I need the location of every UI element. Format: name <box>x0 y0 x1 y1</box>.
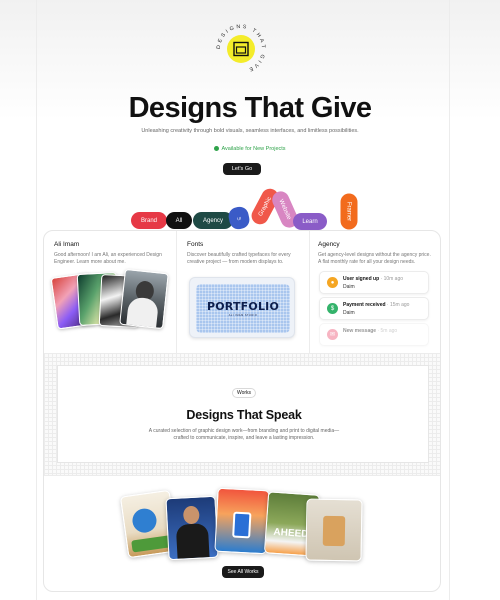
tag-ui[interactable]: UI <box>226 205 252 231</box>
work-shot-product[interactable] <box>214 487 270 555</box>
message-icon: ✉ <box>327 329 338 340</box>
font-preview-inner: PORTFOLIO ALI IMAM STUDIO <box>196 284 290 333</box>
notification-time: · 5m ago <box>377 328 398 334</box>
hero-title: Designs That Give <box>128 92 372 124</box>
works-badge: Works <box>231 388 257 398</box>
agency-title: Agency <box>318 241 340 248</box>
fonts-title: Fonts <box>187 241 204 248</box>
lets-go-button[interactable]: Let's Go <box>223 163 261 175</box>
notification-title: Payment received · 15m ago <box>343 302 409 308</box>
see-all-works-button[interactable]: See All Works <box>222 566 264 578</box>
availability-text: Available for New Projects <box>221 146 286 152</box>
fonts-text: Discover beautifully crafted typefaces f… <box>187 252 291 265</box>
column-divider <box>176 231 177 353</box>
column-divider <box>309 231 310 353</box>
about-text: Good afternoon! I am Ali, an experienced… <box>54 252 162 265</box>
money-icon: $ <box>327 303 338 314</box>
font-sample: PORTFOLIO <box>206 300 279 313</box>
notification-name: Daim <box>343 284 355 290</box>
tag-all[interactable]: All <box>166 212 192 229</box>
works-box: Works Designs That Speak A curated selec… <box>57 365 429 463</box>
photo-portrait[interactable] <box>119 268 169 330</box>
main-card: Ali Imam Good afternoon! I am Ali, an ex… <box>43 230 441 592</box>
notification-time: · 15m ago <box>386 302 410 308</box>
status-dot-icon <box>214 146 220 152</box>
agency-text: Get agency-level designs without the age… <box>318 252 431 265</box>
work-shot-portrait[interactable] <box>165 495 219 561</box>
hero-subtitle: Unleashing creativity through bold visua… <box>141 128 359 134</box>
notification-card[interactable]: $ Payment received · 15m ago Daim <box>319 297 429 320</box>
notification-title-text: Payment received <box>343 302 386 308</box>
notification-name: Daim <box>343 310 355 316</box>
works-description: A curated selection of graphic design wo… <box>148 428 340 441</box>
availability-status: Available for New Projects <box>0 146 500 152</box>
notification-card[interactable]: ✉ New message · 5m ago <box>319 323 429 346</box>
tag-framer[interactable]: Framer <box>340 193 358 230</box>
works-section: Works Designs That Speak A curated selec… <box>44 353 440 475</box>
site-logo[interactable]: DESIGNS THAT GIVE <box>214 22 268 76</box>
section-divider <box>44 475 440 476</box>
notification-card[interactable]: ● User signed up · 10m ago Daim <box>319 271 429 294</box>
notification-title: New message · 5m ago <box>343 328 397 334</box>
works-title: Designs That Speak <box>186 408 302 422</box>
frame-line-left <box>36 0 37 600</box>
notification-title-text: User signed up <box>343 276 380 282</box>
about-title: Ali Imam <box>54 241 80 248</box>
notification-time: · 10m ago <box>380 276 404 282</box>
logo-badge-icon: DESIGNS THAT GIVE <box>216 24 264 73</box>
frame-line-right <box>449 0 450 600</box>
font-sample-tag: ALI IMAM STUDIO <box>228 314 258 317</box>
notification-title-text: New message <box>343 328 377 334</box>
user-icon: ● <box>327 277 338 288</box>
tag-learn[interactable]: Learn <box>293 213 327 230</box>
tag-brand[interactable]: Brand <box>131 212 167 229</box>
work-shot-packaging[interactable] <box>305 498 363 562</box>
font-preview-card[interactable]: PORTFOLIO ALI IMAM STUDIO <box>189 277 295 338</box>
notification-title: User signed up · 10m ago <box>343 276 403 282</box>
tag-agency[interactable]: Agency <box>193 212 233 229</box>
